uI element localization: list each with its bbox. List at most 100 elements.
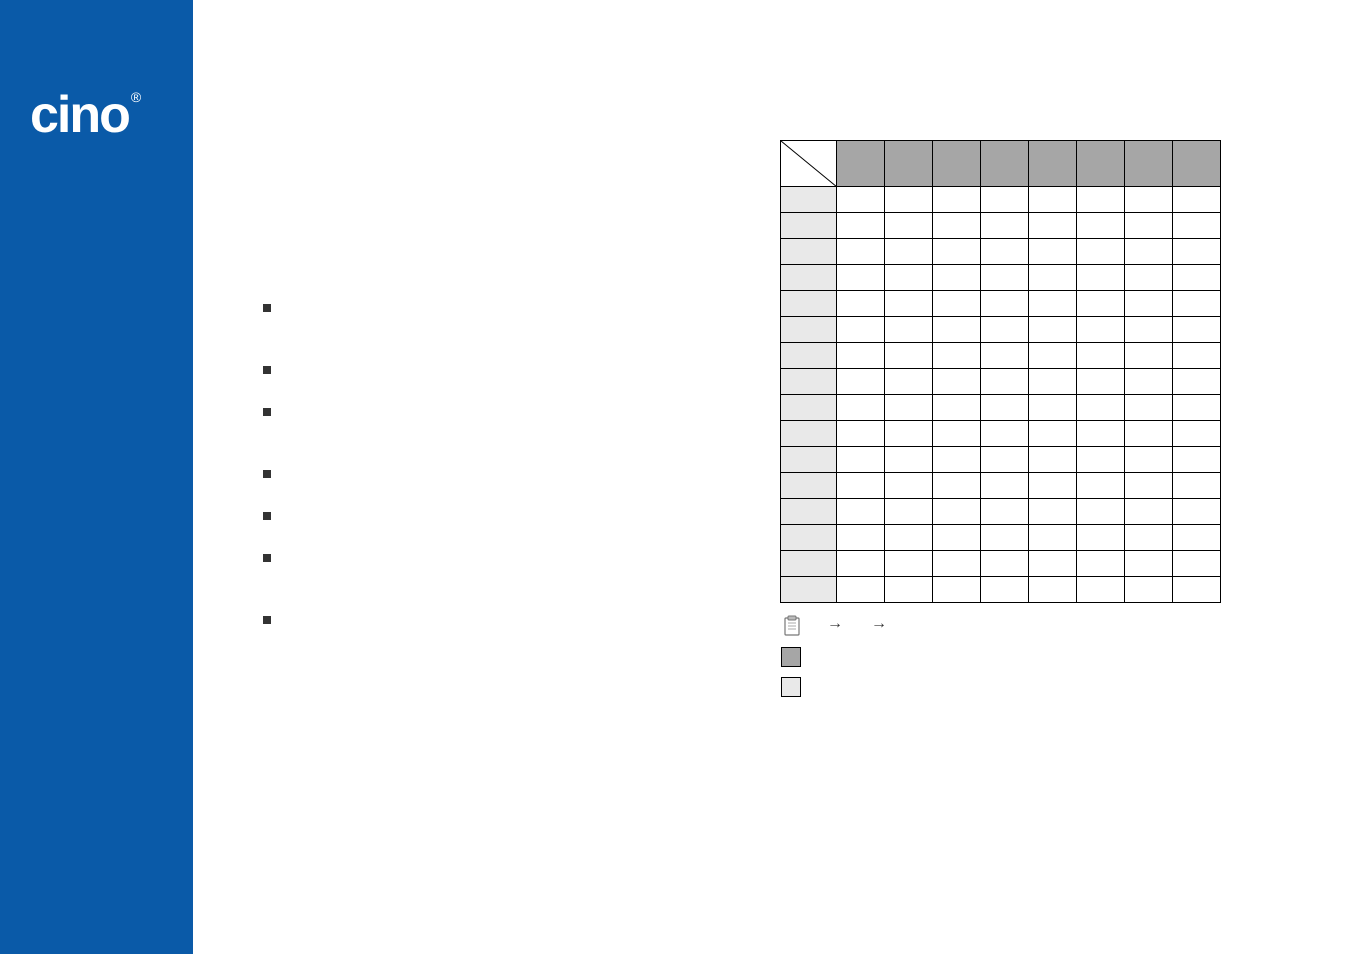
data-cell	[885, 395, 933, 421]
col-header	[1077, 141, 1125, 187]
data-cell	[885, 369, 933, 395]
data-cell	[981, 369, 1029, 395]
table-row	[781, 499, 1221, 525]
data-cell	[1173, 187, 1221, 213]
logo: cino®	[30, 85, 139, 145]
data-cell	[1077, 265, 1125, 291]
data-cell	[1029, 239, 1077, 265]
data-cell	[1077, 343, 1125, 369]
col-header	[885, 141, 933, 187]
data-cell	[981, 499, 1029, 525]
row-header	[781, 473, 837, 499]
data-cell	[933, 577, 981, 603]
corner-cell	[781, 141, 837, 187]
data-cell	[981, 421, 1029, 447]
row-header	[781, 421, 837, 447]
data-cell	[1029, 187, 1077, 213]
arrow-right-icon: →	[871, 615, 887, 633]
data-cell	[837, 187, 885, 213]
row-header	[781, 265, 837, 291]
row-header	[781, 213, 837, 239]
list-item	[263, 404, 763, 440]
data-cell	[1173, 577, 1221, 603]
list-item	[263, 508, 763, 524]
table-row	[781, 213, 1221, 239]
data-cell	[933, 551, 981, 577]
col-header	[1173, 141, 1221, 187]
data-cell	[837, 499, 885, 525]
data-cell	[933, 317, 981, 343]
data-cell	[1077, 317, 1125, 343]
data-cell	[933, 187, 981, 213]
row-header	[781, 317, 837, 343]
table-header-row	[781, 141, 1221, 187]
data-cell	[1077, 525, 1125, 551]
data-cell	[933, 291, 981, 317]
data-cell	[885, 447, 933, 473]
data-cell	[981, 317, 1029, 343]
row-header	[781, 551, 837, 577]
data-cell	[837, 551, 885, 577]
table-row	[781, 551, 1221, 577]
data-cell	[1077, 421, 1125, 447]
data-cell	[885, 317, 933, 343]
data-cell	[1173, 213, 1221, 239]
data-cell	[1173, 317, 1221, 343]
data-cell	[1125, 343, 1173, 369]
data-cell	[1077, 447, 1125, 473]
row-header	[781, 187, 837, 213]
data-cell	[885, 421, 933, 447]
data-cell	[1077, 395, 1125, 421]
data-cell	[1077, 239, 1125, 265]
row-header	[781, 291, 837, 317]
data-cell	[837, 395, 885, 421]
sidebar: cino®	[0, 0, 193, 954]
arrow-right-icon: →	[827, 615, 843, 633]
data-cell	[1077, 369, 1125, 395]
data-cell	[1029, 343, 1077, 369]
data-cell	[1173, 291, 1221, 317]
row-header	[781, 499, 837, 525]
table-row	[781, 187, 1221, 213]
data-cell	[933, 395, 981, 421]
data-cell	[837, 291, 885, 317]
col-header	[1125, 141, 1173, 187]
data-cell	[933, 499, 981, 525]
data-cell	[885, 473, 933, 499]
data-cell	[1173, 473, 1221, 499]
matrix-table-wrap	[780, 140, 1221, 603]
swatch-light-icon	[781, 677, 801, 697]
list-item	[263, 466, 763, 482]
col-header	[837, 141, 885, 187]
data-cell	[885, 291, 933, 317]
diagonal-line-icon	[781, 141, 837, 187]
data-cell	[933, 525, 981, 551]
data-cell	[981, 577, 1029, 603]
data-cell	[885, 499, 933, 525]
data-cell	[837, 421, 885, 447]
data-cell	[1173, 551, 1221, 577]
data-cell	[1125, 291, 1173, 317]
data-cell	[933, 239, 981, 265]
row-header	[781, 447, 837, 473]
data-cell	[1077, 499, 1125, 525]
data-cell	[1173, 343, 1221, 369]
data-cell	[837, 239, 885, 265]
data-cell	[1029, 473, 1077, 499]
data-cell	[837, 473, 885, 499]
logo-text: cino	[30, 86, 129, 144]
data-cell	[1125, 447, 1173, 473]
data-cell	[885, 577, 933, 603]
data-cell	[1029, 499, 1077, 525]
data-cell	[1029, 265, 1077, 291]
legend-note: → →	[781, 615, 1221, 637]
data-cell	[981, 525, 1029, 551]
page: cino®	[0, 0, 1351, 954]
data-cell	[1125, 525, 1173, 551]
data-cell	[933, 265, 981, 291]
table-row	[781, 525, 1221, 551]
table-row	[781, 291, 1221, 317]
data-cell	[885, 265, 933, 291]
row-header	[781, 369, 837, 395]
data-cell	[885, 187, 933, 213]
